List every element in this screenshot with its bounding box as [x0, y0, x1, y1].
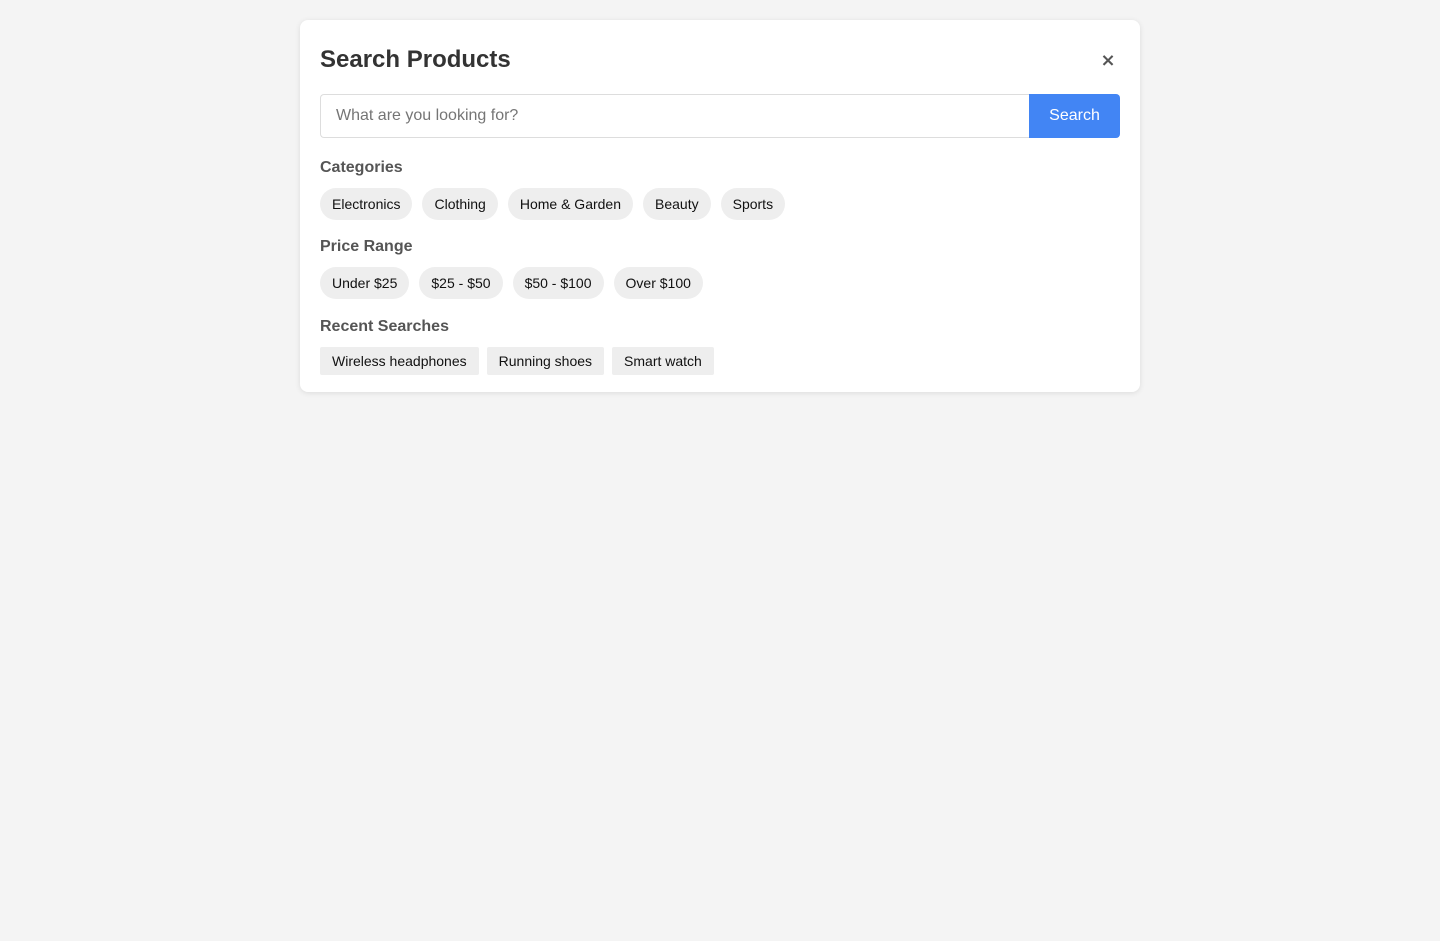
recent-searches-heading: Recent Searches — [320, 318, 449, 335]
search-panel: Search Products × Search Categories Elec… — [300, 20, 1140, 392]
search-bar: Search — [320, 94, 1120, 138]
categories-heading: Categories — [320, 159, 403, 176]
price-chip-50-100[interactable]: $50 - $100 — [512, 267, 604, 299]
recent-search-item[interactable]: Smart watch — [612, 347, 714, 375]
recent-search-item[interactable]: Running shoes — [486, 347, 605, 375]
recent-searches-list: Wireless headphones Running shoes Smart … — [320, 347, 1120, 375]
categories-list: Electronics Clothing Home & Garden Beaut… — [320, 188, 1120, 220]
close-icon: × — [1100, 49, 1116, 71]
search-input[interactable] — [320, 94, 1029, 138]
search-button[interactable]: Search — [1029, 94, 1120, 138]
category-chip-clothing[interactable]: Clothing — [422, 188, 498, 220]
price-range-heading: Price Range — [320, 238, 413, 255]
price-chip-over-100[interactable]: Over $100 — [613, 267, 703, 299]
close-button[interactable]: × — [1096, 48, 1120, 72]
panel-header: Search Products × — [320, 46, 1120, 74]
price-chip-25-50[interactable]: $25 - $50 — [419, 267, 503, 299]
category-chip-home-garden[interactable]: Home & Garden — [507, 188, 634, 220]
recent-search-item[interactable]: Wireless headphones — [320, 347, 479, 375]
category-chip-beauty[interactable]: Beauty — [643, 188, 711, 220]
price-chip-under-25[interactable]: Under $25 — [320, 267, 410, 299]
price-range-list: Under $25 $25 - $50 $50 - $100 Over $100 — [320, 267, 1120, 299]
category-chip-sports[interactable]: Sports — [720, 188, 786, 220]
category-chip-electronics[interactable]: Electronics — [320, 188, 413, 220]
page-title: Search Products — [320, 46, 511, 73]
